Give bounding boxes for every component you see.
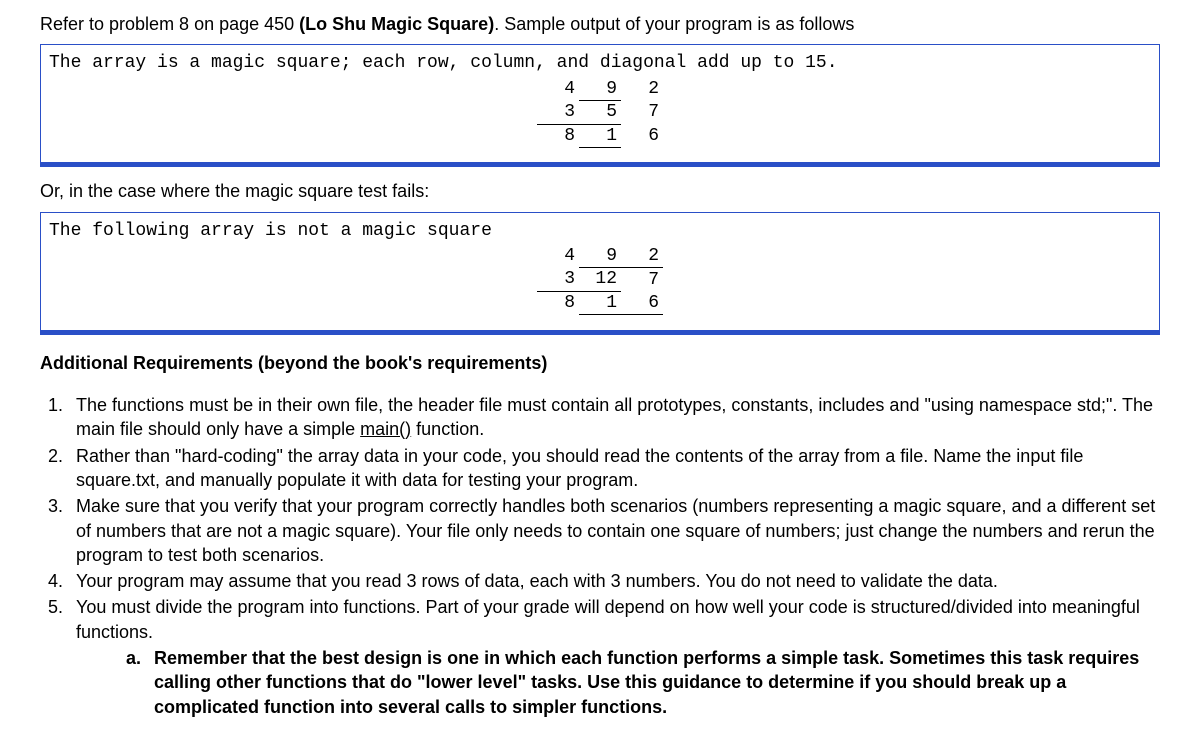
requirement-5a: Remember that the best design is one in … — [146, 646, 1160, 719]
sample-1-grid: 4 9 2 3 5 7 8 1 6 — [537, 78, 663, 149]
requirement-1b: function. — [411, 419, 484, 439]
requirement-1: The functions must be in their own file,… — [68, 393, 1160, 442]
case2-text: Or, in the case where the magic square t… — [40, 179, 1160, 203]
sample-output-1-box: The array is a magic square; each row, c… — [40, 44, 1160, 167]
requirement-5-text: You must divide the program into functio… — [76, 597, 1140, 641]
requirement-2: Rather than "hard-coding" the array data… — [68, 444, 1160, 493]
sample-2-grid-wrap: 4 9 2 3 12 7 8 1 6 — [49, 245, 1151, 324]
grid-cell: 2 — [621, 78, 663, 101]
grid-cell: 1 — [579, 124, 621, 148]
additional-requirements-heading: Additional Requirements (beyond the book… — [40, 351, 1160, 375]
requirement-5: You must divide the program into functio… — [68, 595, 1160, 718]
sample-1-message: The array is a magic square; each row, c… — [49, 51, 1151, 75]
grid-cell: 7 — [621, 268, 663, 292]
grid-cell: 6 — [621, 291, 663, 315]
sample-1-grid-wrap: 4 9 2 3 5 7 8 1 6 — [49, 78, 1151, 157]
grid-cell: 8 — [537, 291, 579, 315]
grid-cell: 6 — [621, 124, 663, 148]
grid-cell: 2 — [621, 245, 663, 268]
intro-suffix: . Sample output of your program is as fo… — [494, 14, 854, 34]
grid-cell: 3 — [537, 101, 579, 125]
grid-cell: 4 — [537, 78, 579, 101]
requirement-1-main: main() — [360, 419, 411, 439]
sample-2-message: The following array is not a magic squar… — [49, 219, 1151, 243]
requirement-4: Your program may assume that you read 3 … — [68, 569, 1160, 593]
sample-2-grid: 4 9 2 3 12 7 8 1 6 — [537, 245, 663, 316]
requirements-list: The functions must be in their own file,… — [68, 393, 1160, 719]
grid-cell: 8 — [537, 124, 579, 148]
grid-cell: 4 — [537, 245, 579, 268]
intro-paragraph: Refer to problem 8 on page 450 (Lo Shu M… — [40, 12, 1160, 36]
requirement-3: Make sure that you verify that your prog… — [68, 494, 1160, 567]
grid-cell: 3 — [537, 268, 579, 292]
grid-cell: 1 — [579, 291, 621, 315]
grid-cell: 12 — [579, 268, 621, 292]
requirement-5-sublist: Remember that the best design is one in … — [146, 646, 1160, 719]
intro-prefix: Refer to problem 8 on page 450 — [40, 14, 299, 34]
sample-output-2-box: The following array is not a magic squar… — [40, 212, 1160, 335]
intro-bold: (Lo Shu Magic Square) — [299, 14, 494, 34]
grid-cell: 9 — [579, 78, 621, 101]
requirement-1a: The functions must be in their own file,… — [76, 395, 1153, 439]
grid-cell: 9 — [579, 245, 621, 268]
grid-cell: 5 — [579, 101, 621, 125]
grid-cell: 7 — [621, 101, 663, 125]
